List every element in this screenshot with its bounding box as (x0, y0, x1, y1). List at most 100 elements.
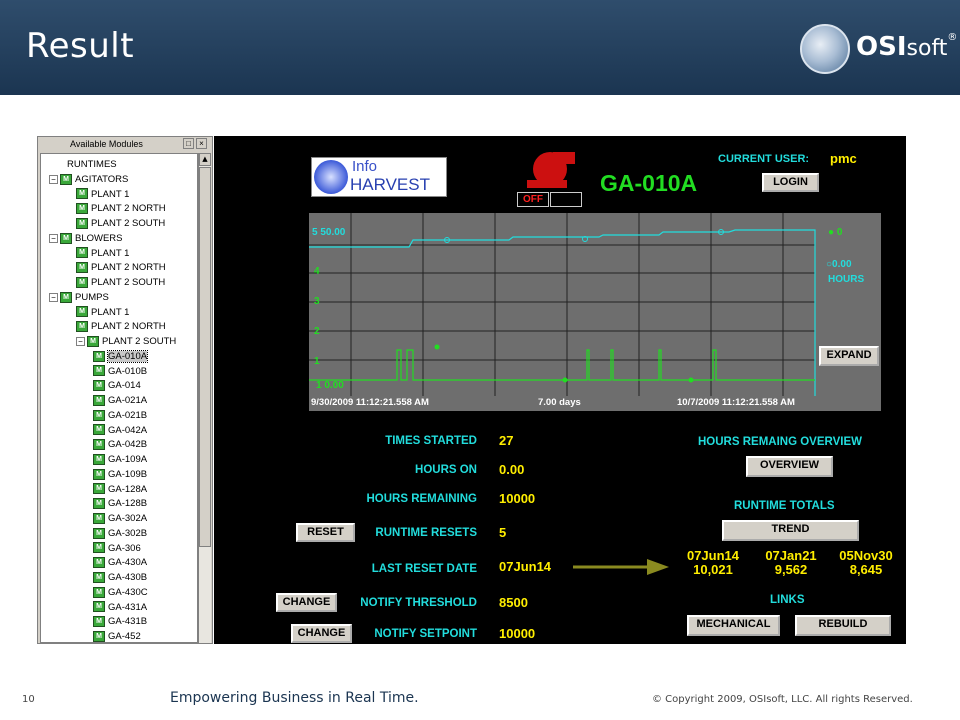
state-series-line (309, 349, 815, 381)
runtime-trend-chart[interactable] (309, 213, 881, 411)
logo-line2: HARVEST (350, 175, 430, 194)
collapse-icon[interactable]: − (49, 174, 58, 184)
tree-node[interactable]: − M PLANT 2 SOUTH (76, 335, 176, 349)
collapse-icon[interactable]: − (76, 336, 85, 346)
overview-button[interactable]: OVERVIEW (746, 456, 833, 477)
tree-node-label: GA-021B (108, 409, 148, 421)
tree-node[interactable]: M PLANT 2 NORTH (76, 261, 166, 275)
tree-node[interactable]: M GA-014 (93, 379, 141, 393)
tree-node-label: GA-430C (108, 586, 148, 598)
tree-node[interactable]: M GA-430A (93, 556, 147, 570)
tree-node[interactable]: RUNTIMES (67, 158, 117, 172)
tree-node[interactable]: M GA-010A (93, 349, 149, 364)
page-number: 10 (22, 694, 35, 705)
module-icon: M (76, 321, 88, 333)
tree-node[interactable]: M GA-302B (93, 527, 147, 541)
tree-node[interactable]: M PLANT 1 (76, 306, 129, 320)
tree-node[interactable]: M PLANT 1 (76, 247, 129, 261)
tree-node[interactable]: − M PUMPS (49, 291, 109, 305)
tree-node-label: PLANT 2 NORTH (91, 321, 166, 333)
tree-node[interactable]: M GA-128A (93, 483, 147, 497)
trend-right-hours-value: ○0.00 (826, 259, 852, 270)
tree-node-label: PLANT 2 SOUTH (91, 277, 166, 288)
collapse-icon[interactable]: − (49, 233, 58, 243)
metric-value: 07Jun14 (499, 559, 552, 574)
module-icon: M (93, 512, 105, 524)
tree-node[interactable]: M GA-430C (93, 586, 148, 600)
tree-node-label: GA-128B (108, 498, 148, 510)
collapse-icon[interactable]: − (49, 292, 58, 302)
module-icon: M (93, 630, 105, 642)
runtime-total-entry: 07Jan21 9,562 (758, 549, 824, 577)
tree-node-label: PUMPS (75, 291, 109, 303)
tree-node-label: GA-109A (108, 454, 148, 465)
metric-label: HOURS REMAINING (366, 493, 477, 505)
tree-node[interactable]: M GA-302A (93, 512, 147, 526)
tree-node[interactable]: M GA-010B (93, 365, 147, 379)
current-user-value: pmc (830, 151, 857, 166)
reset-button[interactable]: RESET (296, 523, 355, 542)
trend-right-value: ● 0 (828, 227, 843, 238)
scroll-thumb[interactable] (199, 167, 211, 547)
metric-label: HOURS ON (415, 464, 477, 476)
tree-node[interactable]: M PLANT 1 (76, 188, 129, 202)
tree-node[interactable]: M GA-042B (93, 438, 147, 452)
change-threshold-button[interactable]: CHANGE (276, 593, 337, 612)
login-button[interactable]: LOGIN (762, 173, 819, 192)
pump-icon (527, 152, 575, 192)
module-icon: M (60, 291, 72, 303)
tree-node[interactable]: M PLANT 2 SOUTH (76, 276, 165, 290)
module-icon: M (60, 173, 72, 185)
tree-node[interactable]: M GA-431B (93, 615, 147, 629)
metric-value: 8500 (499, 595, 528, 610)
tree-node[interactable]: M GA-021B (93, 409, 147, 423)
mechanical-button[interactable]: MECHANICAL (687, 615, 780, 636)
metric-label: TIMES STARTED (385, 435, 477, 447)
arrow-right-icon (573, 559, 669, 575)
tree-node-label: GA-452 (108, 631, 141, 642)
y-tick-label: 2 (314, 326, 320, 337)
module-icon: M (76, 262, 88, 274)
tree-node[interactable]: − M AGITATORS (49, 173, 128, 187)
tree-node[interactable]: M GA-109A (93, 453, 147, 467)
runtime-total-date: 05Nov30 (839, 548, 893, 563)
tree-node[interactable]: M PLANT 2 SOUTH (76, 217, 165, 231)
runtime-total-date: 07Jan21 (765, 548, 817, 563)
trend-span: 7.00 days (538, 397, 581, 408)
scroll-up-icon[interactable]: ▲ (199, 153, 211, 166)
tree-node[interactable]: M GA-109B (93, 468, 147, 482)
tree-node-label: GA-128A (108, 483, 148, 495)
runtime-total-entry: 05Nov30 8,645 (833, 549, 899, 577)
tree-scrollbar[interactable]: ▲ (198, 153, 211, 643)
module-icon: M (60, 232, 72, 244)
tree-node[interactable]: M GA-021A (93, 394, 147, 408)
tree-node[interactable]: M PLANT 2 NORTH (76, 202, 166, 216)
expand-button[interactable]: EXPAND (819, 346, 879, 366)
tree-node[interactable]: M GA-306 (93, 542, 141, 556)
hours-overview-label: HOURS REMAING OVERVIEW (698, 436, 862, 448)
trend-button[interactable]: TREND (722, 520, 859, 541)
metric-value: 5 (499, 525, 507, 540)
tree-node[interactable]: M GA-430B (93, 571, 147, 585)
tree-node[interactable]: − M BLOWERS (49, 232, 123, 246)
module-icon: M (76, 203, 88, 215)
change-setpoint-button[interactable]: CHANGE (291, 624, 352, 643)
trend-top-left-label: 5 50.00 (312, 227, 346, 238)
metric-value: 10000 (499, 626, 536, 641)
brand-mark: ® (947, 32, 958, 43)
tree-node[interactable]: M GA-128B (93, 497, 147, 511)
close-icon[interactable]: × (196, 138, 207, 149)
runtime-total-value: 8,645 (849, 562, 883, 577)
tree-node-label: GA-042B (108, 439, 148, 451)
tree-node[interactable]: M GA-431A (93, 601, 147, 615)
tree-list[interactable]: RUNTIMES − M AGITATORS M PLANT 1 M PLANT 2 NORT… (40, 153, 198, 643)
rebuild-button[interactable]: REBUILD (795, 615, 891, 636)
tree-node[interactable]: M PLANT 2 NORTH (76, 320, 166, 334)
y-tick-label: 3 (314, 296, 320, 307)
tree-node[interactable]: M GA-042A (93, 424, 147, 438)
tree-node[interactable]: M GA-452 (93, 630, 141, 642)
tree-node-label: PLANT 2 NORTH (91, 203, 166, 215)
trend-grid (309, 213, 815, 396)
tree-node-label: GA-014 (108, 380, 141, 392)
pin-icon[interactable]: □ (183, 138, 194, 149)
